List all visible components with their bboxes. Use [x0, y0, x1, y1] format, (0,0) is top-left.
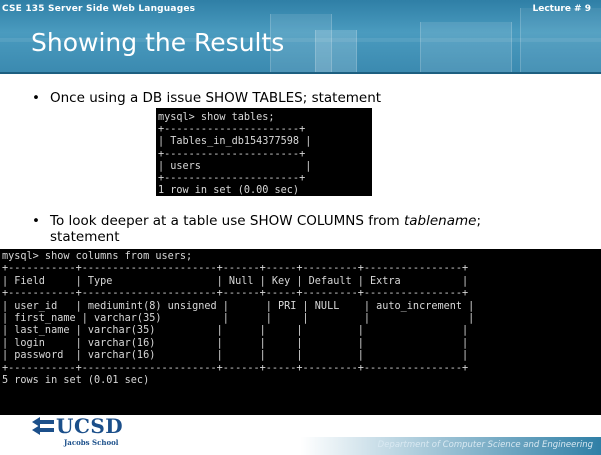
bullet-text-part: To look deeper at a table use SHOW COLUM…: [50, 213, 404, 229]
bullet-text-part: ;: [476, 213, 481, 229]
header-rule: [0, 72, 601, 74]
lecture-number: Lecture # 9: [532, 4, 592, 14]
bullet-show-tables: • Once using a DB issue SHOW TABLES; sta…: [32, 90, 572, 108]
terminal-line: | Tables_in_db154377598 |: [158, 136, 312, 148]
department-name: Department of Computer Science and Engin…: [377, 440, 593, 450]
terminal-line: | password | varchar(16) | | | | |: [2, 350, 469, 362]
terminal-line: +----------------------+: [158, 148, 306, 160]
terminal-line: | last_name | varchar(35) | | | | |: [2, 325, 469, 337]
bullet-text-italic: tablename: [403, 213, 477, 229]
terminal-line: +-----------+----------------------+----…: [2, 362, 469, 374]
bullet-text-line2: statement: [50, 229, 120, 245]
bullet-dot: •: [32, 90, 40, 106]
ucsd-logo: UCSD Jacobs School: [30, 414, 130, 450]
terminal-line: mysql> show tables;: [158, 112, 275, 123]
jacobs-school-label: Jacobs School: [64, 438, 119, 447]
bullet-show-columns: • To look deeper at a table use SHOW COL…: [32, 213, 572, 247]
terminal-line: +----------------------+: [158, 173, 306, 185]
terminal-line: | first_name | varchar(35) | | | | |: [2, 313, 475, 325]
terminal-show-columns: mysql> show columns from users; +--------…: [0, 249, 601, 415]
slide-title: Showing the Results: [31, 28, 285, 57]
terminal-line: +-----------+----------------------+----…: [2, 288, 469, 300]
terminal-line: | Field | Type | Null | Key | Default | …: [2, 275, 469, 287]
slide-header: CSE 135 Server Side Web Languages Lectur…: [0, 0, 601, 72]
bullet-text: To look deeper at a table use SHOW COLUM…: [50, 213, 481, 229]
header-building-graphic: [420, 22, 512, 72]
terminal-line: | login | varchar(16) | | | | |: [2, 337, 469, 349]
header-building-graphic: [315, 30, 357, 72]
top-bar: CSE 135 Server Side Web Languages Lectur…: [0, 0, 601, 18]
ucsd-wordmark: UCSD: [56, 414, 124, 438]
bullet-text: Once using a DB issue SHOW TABLES; state…: [50, 90, 382, 106]
terminal-line: mysql> show columns from users;: [2, 251, 193, 262]
bullet-dot: •: [32, 213, 40, 229]
terminal-line: 5 rows in set (0.01 sec): [2, 375, 150, 387]
terminal-line: +-----------+----------------------+----…: [2, 263, 469, 275]
terminal-line: | users |: [158, 160, 312, 172]
terminal-line: +----------------------+: [158, 124, 306, 136]
course-name: CSE 135 Server Side Web Languages: [2, 4, 196, 14]
terminal-show-tables: mysql> show tables; +--------------------…: [156, 108, 372, 196]
ucsd-arrow-icon: [32, 417, 54, 435]
terminal-line: 1 row in set (0.00 sec): [158, 185, 300, 196]
terminal-line: | user_id | mediumint(8) unsigned | | PR…: [2, 300, 475, 312]
